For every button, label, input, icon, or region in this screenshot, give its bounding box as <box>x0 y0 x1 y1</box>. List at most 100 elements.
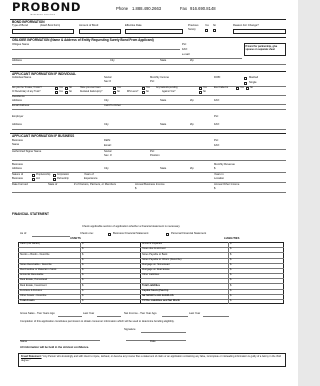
liability-amount-field[interactable]: $ <box>230 243 231 246</box>
monthly-revenue-label: Monthly Revenue <box>214 163 235 166</box>
business-label: Business <box>12 138 23 142</box>
trustee-yes-checkbox[interactable] <box>55 87 58 90</box>
asset-amount-field[interactable]: $ <box>82 258 83 262</box>
individual-ph-label: PH: <box>150 80 155 83</box>
nature-business-label: Business <box>12 177 23 180</box>
liability-row-label: Taxes due & accrued <box>142 247 166 251</box>
lawsuits-yes-checkbox[interactable] <box>199 87 202 90</box>
email-address-label: Email Address <box>12 104 30 107</box>
reason-field[interactable] <box>233 29 286 34</box>
amount-of-bond-field[interactable] <box>79 29 121 34</box>
partnership-checkbox[interactable] <box>53 178 56 181</box>
asset-amount-field[interactable]: $ <box>82 284 83 288</box>
phone-number: 1.888.490.2663 <box>132 6 162 11</box>
asset-amount-field[interactable]: $ <box>82 243 83 246</box>
liability-row-label: Total Liabilities <box>142 283 161 287</box>
bankruptcy-no-checkbox[interactable] <box>113 91 116 94</box>
asset-amount-field[interactable]: $ <box>82 300 83 303</box>
bankruptcy-yes: Yes <box>117 87 121 89</box>
fraud-statement: Fraud Statement: "Any Person who knowing… <box>21 355 283 363</box>
llc-checkbox[interactable] <box>32 178 35 181</box>
single-checkbox[interactable] <box>244 81 247 85</box>
asset-amount-field[interactable]: $ <box>82 294 83 298</box>
failed-yes-checkbox[interactable] <box>236 87 239 90</box>
attach-bond-form-note: (Attach Bond Form) <box>40 25 61 27</box>
type-of-bond-field[interactable] <box>12 29 74 34</box>
asset-amount-field[interactable]: $ <box>82 269 83 272</box>
ever-been-question: Have you ever been <box>80 87 101 89</box>
liability-row-label: Mortgage on Real Estate <box>142 268 170 272</box>
bankruptcy-yes-checkbox[interactable] <box>113 87 116 90</box>
individual-name-label: Individual Name <box>12 76 32 79</box>
residence-city-label: City <box>104 99 109 102</box>
asset-amount-field[interactable]: $ <box>82 253 83 257</box>
effective-date-field[interactable] <box>125 29 183 34</box>
individual-sec-label: Sec # <box>104 80 111 83</box>
employer-zip-label: Zip <box>190 123 194 126</box>
fax-number: 916.690.8148 <box>190 6 216 11</box>
previous-no-checkbox[interactable] <box>213 29 216 32</box>
partnership-label: Partnership <box>57 178 69 180</box>
logo-tagline: insurance services <box>30 14 56 16</box>
probond-logo: PROBOND <box>12 0 81 14</box>
trustee-no-checkbox[interactable] <box>65 87 68 90</box>
surety-label: Surety <box>188 28 196 31</box>
liability-amount-field[interactable]: $ <box>230 269 231 272</box>
employer-label: Employer <box>12 115 24 118</box>
business-zip-label: Zip <box>190 167 194 170</box>
trustee-question: Are you the Trustee, Trustor? <box>12 87 42 89</box>
trustee-yes: Yes <box>59 87 63 89</box>
trustee-no: No <box>69 87 72 89</box>
liens-yes: Yes <box>146 87 150 89</box>
employer-city-label: City <box>104 123 109 126</box>
location-label: Location <box>214 177 225 180</box>
liens-no-checkbox[interactable] <box>142 91 145 94</box>
liability-amount-field[interactable]: $ <box>230 248 231 251</box>
asset-amount-field[interactable]: $ <box>82 263 83 267</box>
liability-amount-field[interactable]: $ <box>230 300 231 303</box>
liability-amount-field[interactable]: $ <box>230 258 231 262</box>
liability-amount-field[interactable]: $ <box>230 284 231 288</box>
liability-amount-field[interactable]: $ <box>230 289 231 293</box>
lawsuits-no-checkbox[interactable] <box>199 91 202 94</box>
obligee-zip-label: Zip <box>190 58 194 62</box>
obligee-city-label: City <box>110 58 115 62</box>
authorized-signer-label: Authorized Signer Name <box>12 150 42 153</box>
asset-amount-field[interactable]: $ <box>82 248 83 251</box>
assets-header: ASSETS <box>70 237 81 240</box>
liability-row-label: TOTAL Liabilities and Net Worth <box>142 299 181 303</box>
employer-state-label: State <box>160 123 167 126</box>
fein-label: FEIN: <box>104 138 111 142</box>
asset-row-label: Cash (List Banks) <box>20 242 40 246</box>
partnership-note: If bond for partnership, give spouse on … <box>245 44 278 51</box>
business-fs-checkbox[interactable] <box>108 233 111 236</box>
beneficiary-no-checkbox[interactable] <box>65 91 68 94</box>
asset-amount-field[interactable]: $ <box>82 274 83 277</box>
corporation-checkbox[interactable] <box>53 174 56 177</box>
gross-two-years-label: Gross Sales - Two Years Ago <box>20 312 55 315</box>
liability-row-label: Other Liabilities <box>142 273 160 277</box>
asset-amount-field[interactable]: $ <box>82 279 83 282</box>
liens-yes-checkbox[interactable] <box>142 87 145 90</box>
liability-amount-field[interactable]: $ <box>230 253 231 257</box>
fraud-text: "Any Person who knowingly and with inten… <box>21 355 282 362</box>
beneficiary-yes-checkbox[interactable] <box>55 91 58 94</box>
asset-amount-field[interactable]: $ <box>82 289 83 293</box>
liability-amount-field[interactable]: $ <box>230 274 231 277</box>
bond-application-form: PROBOND insurance services Phone 1.888.4… <box>0 0 298 386</box>
liability-amount-field[interactable]: $ <box>230 294 231 298</box>
business-email-label: Email: <box>104 144 112 147</box>
personal-fs-checkbox[interactable] <box>166 233 169 236</box>
single-label: Single <box>249 80 257 84</box>
phone-label: Phone <box>116 6 129 11</box>
confidential-statement: All information will be held in the stri… <box>20 346 89 349</box>
previous-yes-checkbox[interactable] <box>205 29 208 32</box>
liability-amount-field[interactable]: $ <box>230 279 231 282</box>
obligee-address-label: Address <box>12 58 22 62</box>
liability-amount-field[interactable]: $ <box>230 263 231 267</box>
effective-date-label: Effective Date <box>125 24 142 27</box>
proprietorship-checkbox[interactable] <box>32 174 35 177</box>
married-checkbox[interactable] <box>244 77 247 80</box>
liability-row-label: NETWORTH OR SURPLUS <box>142 293 174 297</box>
failed-no-checkbox[interactable] <box>246 87 249 90</box>
